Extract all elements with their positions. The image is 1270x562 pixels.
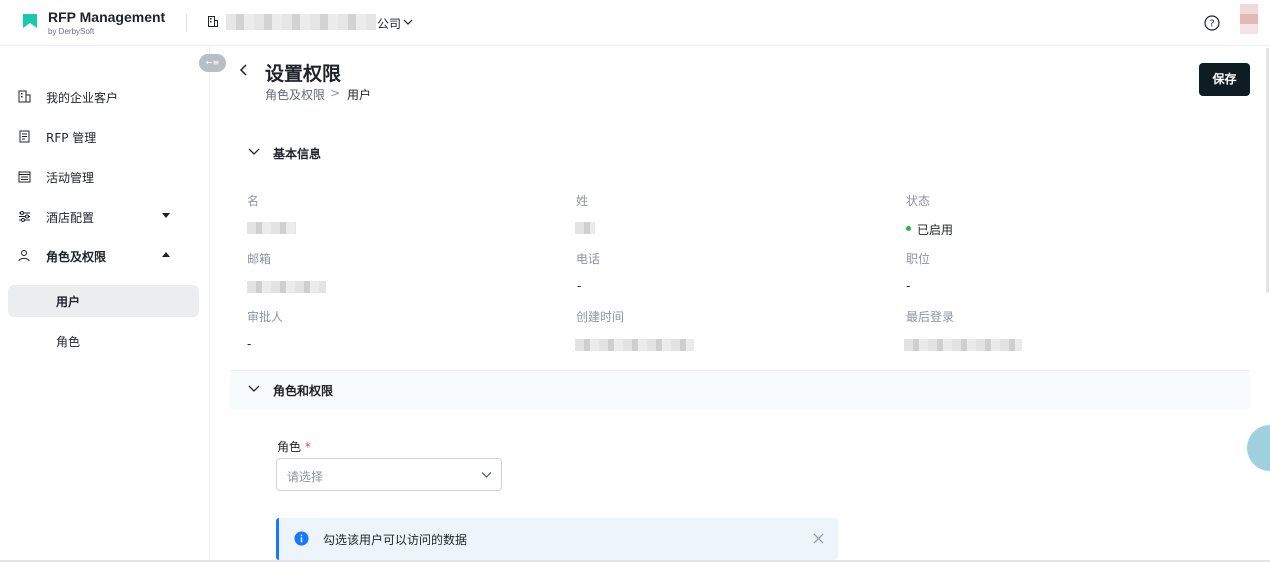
- role-select-placeholder: 请选择: [287, 470, 324, 484]
- last-login-label: 最后登录: [906, 310, 955, 324]
- breadcrumb-separator: >: [330, 86, 341, 100]
- sidebar-item-label: 活动管理: [46, 171, 95, 185]
- sidebar-subitem-label: 角色: [56, 335, 81, 349]
- position-value: -: [906, 279, 911, 293]
- top-header: RFP Management by DerbySoft 公司 ?: [0, 0, 1270, 46]
- info-alert-text: 勾选该用户可以访问的数据: [323, 533, 468, 547]
- section-basic-info-header[interactable]: 基本信息: [230, 134, 1250, 172]
- chevron-down-icon[interactable]: [403, 18, 413, 26]
- info-alert: 勾选该用户可以访问的数据: [276, 518, 838, 560]
- chevron-down-icon[interactable]: [248, 148, 260, 156]
- status-label: 状态: [906, 194, 931, 208]
- floating-chat-button[interactable]: [1247, 425, 1270, 471]
- chevron-down-icon[interactable]: [248, 385, 260, 393]
- caret-up-icon: [162, 252, 170, 257]
- sliders-icon: [19, 211, 30, 222]
- sidebar-item-rfp-management[interactable]: RFP 管理: [0, 121, 210, 153]
- company-name-suffix[interactable]: 公司: [377, 15, 401, 32]
- sidebar-item-activity-management[interactable]: 活动管理: [0, 161, 210, 193]
- help-icon[interactable]: ?: [1204, 15, 1220, 31]
- status-value: 已启用: [917, 223, 954, 237]
- role-select[interactable]: 请选择: [276, 458, 502, 491]
- logo-icon: [23, 14, 37, 28]
- back-arrow-icon[interactable]: [238, 63, 250, 77]
- company-name-redacted[interactable]: [226, 14, 376, 30]
- info-icon: [294, 531, 309, 546]
- sidebar-item-label: RFP 管理: [46, 131, 97, 145]
- page-title: 设置权限: [265, 63, 342, 85]
- section-title: 角色和权限: [273, 384, 334, 398]
- section-roles-header[interactable]: 角色和权限: [230, 371, 1250, 409]
- role-field-label: 角色 *: [277, 438, 311, 455]
- email-value-redacted: [247, 281, 326, 293]
- breadcrumb-current: 用户: [347, 88, 372, 102]
- sidebar-subitem-users[interactable]: 用户: [8, 285, 199, 317]
- first-name-value-redacted: [247, 222, 296, 234]
- app-subtitle: by DerbySoft: [48, 27, 95, 36]
- sidebar-collapse-button[interactable]: ←≡: [199, 54, 226, 72]
- status-indicator-dot: [906, 226, 911, 231]
- header-divider: [186, 14, 187, 32]
- phone-label: 电话: [576, 252, 601, 266]
- sidebar-subitem-roles[interactable]: 角色: [8, 325, 199, 357]
- sidebar-item-corporate-clients[interactable]: 我的企业客户: [0, 81, 210, 113]
- breadcrumb-roles-permissions[interactable]: 角色及权限: [265, 86, 325, 103]
- last-name-value-redacted: [575, 222, 595, 234]
- last-login-value-redacted: [904, 339, 1022, 351]
- svg-text:?: ?: [1209, 19, 1214, 30]
- first-name-label: 名: [247, 194, 260, 208]
- position-label: 职位: [906, 252, 931, 266]
- sidebar-item-label: 我的企业客户: [46, 91, 119, 105]
- user-icon: [18, 250, 30, 262]
- approver-value: -: [247, 337, 252, 351]
- required-mark: *: [304, 440, 311, 454]
- caret-down-icon: [162, 213, 170, 218]
- phone-value: -: [577, 279, 582, 293]
- calendar-list-icon: [18, 171, 31, 183]
- avatar[interactable]: [1240, 4, 1258, 34]
- sidebar-item-label: 酒店配置: [46, 211, 95, 225]
- app-title: RFP Management: [48, 9, 166, 25]
- created-at-label: 创建时间: [576, 310, 625, 324]
- sidebar-item-roles-permissions[interactable]: 角色及权限: [0, 240, 210, 272]
- save-button[interactable]: 保存: [1199, 63, 1250, 96]
- company-building-icon: [208, 16, 218, 27]
- email-label: 邮箱: [247, 252, 272, 266]
- sidebar: ←≡ 我的企业客户 RFP 管理 活动管理 酒店配置 角色及权限 用户 角色: [0, 46, 226, 562]
- chevron-down-icon: [481, 472, 492, 478]
- section-title: 基本信息: [273, 147, 322, 161]
- building-icon: [18, 90, 31, 103]
- role-label-text: 角色: [277, 440, 302, 454]
- close-icon[interactable]: [813, 533, 824, 544]
- approver-label: 审批人: [247, 310, 284, 324]
- last-name-label: 姓: [576, 194, 589, 208]
- document-icon: [19, 130, 30, 143]
- scrollbar-thumb[interactable]: [1266, 48, 1269, 293]
- sidebar-subitem-label: 用户: [56, 295, 81, 309]
- created-at-value-redacted: [575, 339, 694, 351]
- sidebar-item-label: 角色及权限: [46, 250, 107, 264]
- sidebar-item-hotel-config[interactable]: 酒店配置: [0, 201, 210, 233]
